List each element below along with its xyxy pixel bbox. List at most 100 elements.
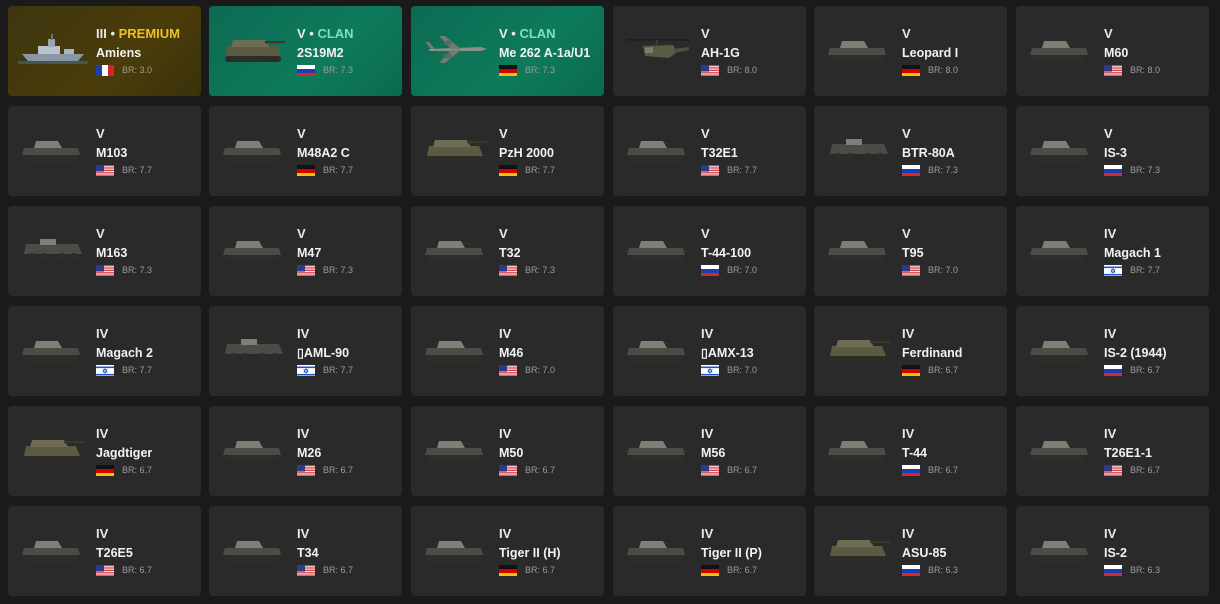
vehicle-info: V • CLAN Me 262 A-1a/U1 BR: 7.3 xyxy=(499,26,600,77)
tier-label: V xyxy=(297,226,306,241)
vehicle-tier: IV xyxy=(701,526,802,541)
vehicle-card[interactable]: IV Tiger II (P) BR: 6.7 xyxy=(613,506,806,596)
battle-rating: BR: 7.7 xyxy=(122,165,153,175)
vehicle-card[interactable]: IV ▯AML-90 BR: 7.7 xyxy=(209,306,402,396)
us-flag-icon xyxy=(1104,64,1122,76)
vehicle-card[interactable]: IV T26E5 BR: 6.7 xyxy=(8,506,201,596)
vehicle-card[interactable]: IV IS-2 (1944) BR: 6.7 xyxy=(1016,306,1209,396)
battle-rating: BR: 7.3 xyxy=(525,265,556,275)
vehicle-tier: IV xyxy=(96,526,197,541)
vehicle-card[interactable]: III • PREMIUM Amiens BR: 3.0 xyxy=(8,6,201,96)
vehicle-card[interactable]: IV Ferdinand BR: 6.7 xyxy=(814,306,1007,396)
vehicle-name: T26E1-1 xyxy=(1104,446,1152,460)
vehicle-card[interactable]: IV ▯AMX-13 BR: 7.0 xyxy=(613,306,806,396)
vehicle-meta: BR: 7.3 xyxy=(297,63,398,77)
vehicle-tier: V xyxy=(297,226,398,241)
vehicle-card[interactable]: V PzH 2000 BR: 7.7 xyxy=(411,106,604,196)
vehicle-card[interactable]: IV M46 BR: 7.0 xyxy=(411,306,604,396)
vehicle-card[interactable]: V BTR-80A BR: 7.3 xyxy=(814,106,1007,196)
vehicle-tier: IV xyxy=(297,326,398,341)
vehicle-card[interactable]: V AH-1G BR: 8.0 xyxy=(613,6,806,96)
tank-icon xyxy=(18,332,88,366)
vehicle-tier: V • CLAN xyxy=(499,26,600,41)
tank-icon xyxy=(421,332,491,366)
vehicle-card[interactable]: V Leopard I BR: 8.0 xyxy=(814,6,1007,96)
vehicle-info: IV M50 BR: 6.7 xyxy=(499,426,600,477)
us-flag-icon xyxy=(499,464,517,476)
battle-rating: BR: 6.7 xyxy=(928,365,959,375)
vehicle-card[interactable]: V M47 BR: 7.3 xyxy=(209,206,402,296)
clan-tag: CLAN xyxy=(519,26,556,41)
vehicle-card[interactable]: V T32 BR: 7.3 xyxy=(411,206,604,296)
vehicle-meta: BR: 6.7 xyxy=(902,363,1003,377)
tier-label: IV xyxy=(96,426,109,441)
tank-icon xyxy=(421,532,491,566)
vehicle-card[interactable]: IV IS-2 BR: 6.3 xyxy=(1016,506,1209,596)
tank-icon xyxy=(18,532,88,566)
vehicle-tier: IV xyxy=(1104,326,1205,341)
vehicle-card[interactable]: V • CLAN 2S19M2 BR: 7.3 xyxy=(209,6,402,96)
us-flag-icon xyxy=(297,564,315,576)
vehicle-tier: V xyxy=(902,126,1003,141)
vehicle-meta: BR: 6.7 xyxy=(297,463,398,477)
tier-label: IV xyxy=(499,426,512,441)
vehicle-card[interactable]: IV M26 BR: 6.7 xyxy=(209,406,402,496)
vehicle-meta: BR: 6.7 xyxy=(96,463,197,477)
apc-icon xyxy=(219,332,289,366)
vehicle-card[interactable]: V T32E1 BR: 7.7 xyxy=(613,106,806,196)
vehicle-card[interactable]: IV ASU-85 BR: 6.3 xyxy=(814,506,1007,596)
vehicle-card[interactable]: IV Jagdtiger BR: 6.7 xyxy=(8,406,201,496)
vehicle-meta: BR: 6.7 xyxy=(499,563,600,577)
vehicle-info: IV ASU-85 BR: 6.3 xyxy=(902,526,1003,577)
vehicle-card[interactable]: V M60 BR: 8.0 xyxy=(1016,6,1209,96)
tier-label: V xyxy=(902,226,911,241)
vehicle-card[interactable]: V • CLAN Me 262 A-1a/U1 BR: 7.3 xyxy=(411,6,604,96)
plane-icon xyxy=(421,32,491,66)
vehicle-tier: IV xyxy=(499,526,600,541)
de-flag-icon xyxy=(499,564,517,576)
vehicle-card[interactable]: IV M56 BR: 6.7 xyxy=(613,406,806,496)
vehicle-card[interactable]: V T95 BR: 7.0 xyxy=(814,206,1007,296)
vehicle-card[interactable]: V M48A2 C BR: 7.7 xyxy=(209,106,402,196)
vehicle-card[interactable]: V T-44-100 BR: 7.0 xyxy=(613,206,806,296)
tier-label: IV xyxy=(96,526,109,541)
vehicle-meta: BR: 7.7 xyxy=(96,363,197,377)
vehicle-card[interactable]: V M163 BR: 7.3 xyxy=(8,206,201,296)
tank-icon xyxy=(1026,132,1096,166)
vehicle-card[interactable]: IV T34 BR: 6.7 xyxy=(209,506,402,596)
vehicle-info: IV T26E1-1 BR: 6.7 xyxy=(1104,426,1205,477)
vehicle-card[interactable]: V IS-3 BR: 7.3 xyxy=(1016,106,1209,196)
battle-rating: BR: 7.7 xyxy=(727,165,758,175)
vehicle-meta: BR: 6.7 xyxy=(499,463,600,477)
tier-label: IV xyxy=(1104,326,1117,341)
tier-label: IV xyxy=(902,326,915,341)
vehicle-tier: V xyxy=(902,26,1003,41)
vehicle-card[interactable]: IV T26E1-1 BR: 6.7 xyxy=(1016,406,1209,496)
tank-icon xyxy=(421,232,491,266)
tier-label: IV xyxy=(499,526,512,541)
battle-rating: BR: 6.7 xyxy=(727,465,758,475)
vehicle-name: Me 262 A-1a/U1 xyxy=(499,46,591,60)
spg-icon xyxy=(824,532,894,566)
fr-flag-icon xyxy=(96,64,114,76)
il-flag-icon xyxy=(96,364,114,376)
ru-flag-icon xyxy=(1104,164,1122,176)
de-flag-icon xyxy=(902,364,920,376)
vehicle-card[interactable]: IV Magach 2 BR: 7.7 xyxy=(8,306,201,396)
tank-icon xyxy=(18,132,88,166)
tier-label: V xyxy=(902,126,911,141)
vehicle-tier: IV xyxy=(902,326,1003,341)
de-flag-icon xyxy=(902,64,920,76)
tier-label: V xyxy=(297,126,306,141)
vehicle-tier: III • PREMIUM xyxy=(96,26,197,41)
vehicle-card[interactable]: IV T-44 BR: 6.7 xyxy=(814,406,1007,496)
tier-label: V xyxy=(499,226,508,241)
vehicle-meta: BR: 7.3 xyxy=(499,263,600,277)
vehicle-card[interactable]: IV M50 BR: 6.7 xyxy=(411,406,604,496)
us-flag-icon xyxy=(701,164,719,176)
vehicle-card[interactable]: IV Tiger II (H) BR: 6.7 xyxy=(411,506,604,596)
vehicle-card[interactable]: IV Magach 1 BR: 7.7 xyxy=(1016,206,1209,296)
ru-flag-icon xyxy=(902,564,920,576)
us-flag-icon xyxy=(297,464,315,476)
vehicle-card[interactable]: V M103 BR: 7.7 xyxy=(8,106,201,196)
